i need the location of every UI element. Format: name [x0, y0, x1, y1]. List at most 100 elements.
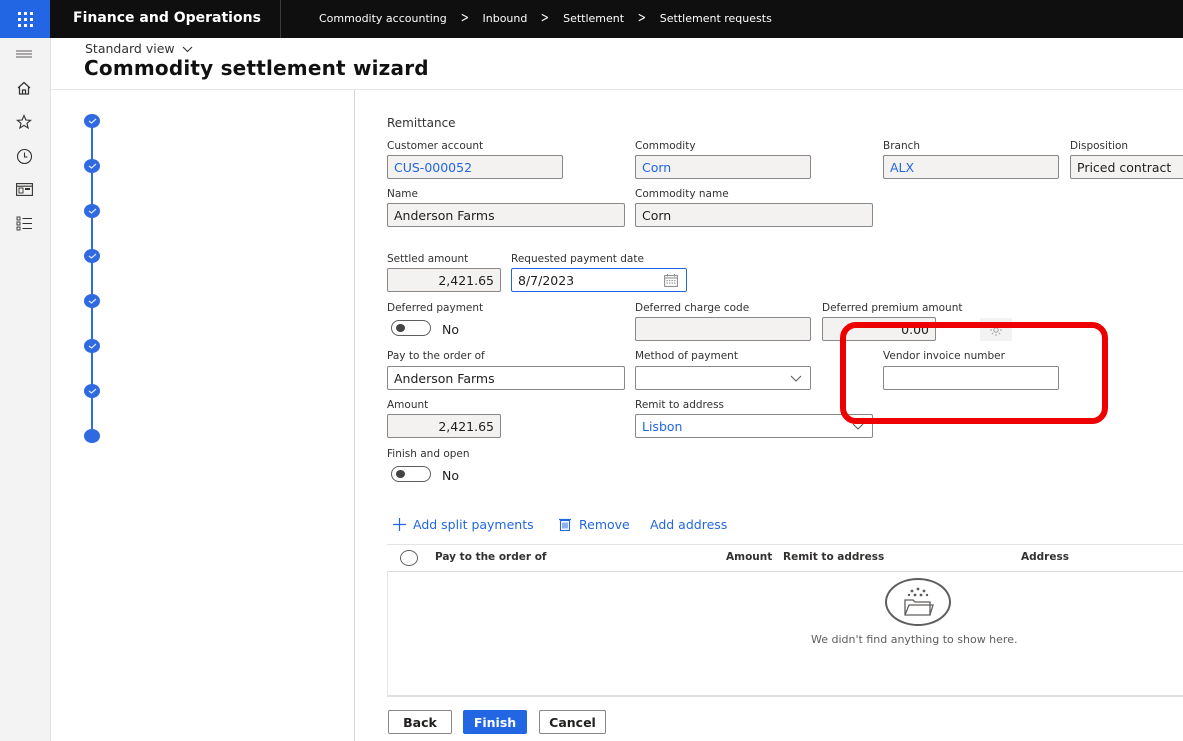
clock-icon[interactable] [14, 146, 34, 166]
list-icon[interactable] [14, 213, 34, 233]
check-icon [88, 253, 96, 259]
requested-payment-date-value: 8/7/2023 [518, 272, 575, 288]
remit-to-address-label: Remit to address [635, 399, 725, 411]
remove-button[interactable]: Remove [559, 517, 630, 532]
chevron-down-icon[interactable] [790, 375, 802, 382]
column-header-pay-to-order-of[interactable]: Pay to the order of [435, 551, 546, 563]
finish-and-open-label: Finish and open [387, 448, 470, 460]
step-completed[interactable] [84, 114, 100, 128]
grid-top-border [387, 544, 1183, 545]
commodity-name-field[interactable]: Corn [635, 203, 873, 227]
finish-button[interactable]: Finish [463, 710, 527, 734]
select-all-radio[interactable] [400, 550, 418, 566]
breadcrumb-inbound[interactable]: Inbound [483, 12, 528, 25]
requested-payment-date-label: Requested payment date [511, 253, 644, 265]
deferred-charge-code-field[interactable] [635, 317, 811, 341]
cancel-button[interactable]: Cancel [539, 710, 606, 734]
breadcrumb: Commodity accounting > Inbound > Settlem… [319, 11, 772, 25]
step-completed[interactable] [84, 294, 100, 308]
finish-and-open-toggle[interactable] [391, 466, 431, 482]
home-icon[interactable] [14, 78, 34, 98]
step-connector [91, 217, 93, 250]
app-title[interactable]: Finance and Operations [73, 10, 261, 26]
page-title: Commodity settlement wizard [84, 56, 429, 80]
view-selector-label: Standard view [85, 41, 175, 56]
breadcrumb-settlement[interactable]: Settlement [563, 12, 624, 25]
step-completed[interactable] [84, 384, 100, 398]
step-completed[interactable] [84, 204, 100, 218]
back-button[interactable]: Back [388, 710, 452, 734]
customer-account-field[interactable]: CUS-000052 [387, 155, 563, 179]
breadcrumb-settlement-requests[interactable]: Settlement requests [660, 12, 772, 25]
star-icon[interactable] [14, 112, 34, 132]
remit-to-address-value: Lisbon [642, 418, 683, 434]
calendar-icon[interactable] [664, 274, 678, 287]
column-header-remit-to-address[interactable]: Remit to address [783, 551, 884, 563]
workspace-icon[interactable] [14, 179, 34, 199]
branch-label: Branch [883, 140, 921, 152]
app-launcher-button[interactable] [0, 0, 50, 38]
grid-header-border [387, 571, 1183, 572]
settled-amount-field[interactable]: 2,421.65 [387, 268, 501, 292]
deferred-premium-amount-field[interactable]: 0.00 [822, 317, 936, 341]
name-label: Name [387, 188, 418, 200]
remove-label: Remove [579, 517, 630, 532]
check-icon [88, 388, 96, 394]
method-of-payment-label: Method of payment [635, 350, 738, 362]
check-icon [88, 118, 96, 124]
step-connector [91, 172, 93, 205]
add-address-button[interactable]: Add address [650, 517, 727, 532]
step-current[interactable] [84, 429, 100, 443]
plus-icon [393, 518, 406, 531]
column-header-amount[interactable]: Amount [726, 551, 772, 563]
column-header-address[interactable]: Address [1021, 551, 1069, 563]
amount-field[interactable]: 2,421.65 [387, 414, 501, 438]
chevron-right-icon: > [460, 10, 469, 26]
chevron-down-icon [182, 46, 192, 53]
add-split-payments-button[interactable]: Add split payments [392, 517, 534, 532]
branch-field[interactable]: ALX [883, 155, 1059, 179]
view-selector[interactable]: Standard view [85, 41, 193, 56]
grid-left-border [387, 571, 388, 696]
empty-state-message: We didn't find anything to show here. [811, 633, 1018, 646]
pay-to-order-of-label: Pay to the order of [387, 350, 485, 362]
step-completed[interactable] [84, 249, 100, 263]
remit-to-address-select[interactable]: Lisbon [635, 414, 873, 438]
chevron-down-icon[interactable] [852, 423, 864, 430]
deferred-premium-settings-button[interactable] [980, 318, 1012, 341]
name-field[interactable]: Anderson Farms [387, 203, 625, 227]
hamburger-icon[interactable] [14, 44, 34, 64]
chevron-right-icon: > [541, 10, 550, 26]
step-connector [91, 397, 93, 430]
commodity-label: Commodity [635, 140, 696, 152]
trash-icon [559, 518, 571, 531]
deferred-payment-value: No [442, 322, 459, 337]
breadcrumb-commodity-accounting[interactable]: Commodity accounting [319, 12, 447, 25]
commodity-field[interactable]: Corn [635, 155, 811, 179]
add-split-payments-label: Add split payments [413, 517, 534, 532]
finish-and-open-value: No [442, 468, 459, 483]
method-of-payment-select[interactable] [635, 366, 811, 390]
empty-folder-icon [885, 578, 951, 626]
vendor-invoice-number-field[interactable] [883, 366, 1059, 390]
disposition-field[interactable]: Priced contract [1070, 155, 1183, 179]
waffle-icon [17, 11, 33, 27]
deferred-payment-toggle[interactable] [391, 320, 431, 336]
deferred-payment-label: Deferred payment [387, 302, 484, 314]
wizard-steps [51, 90, 354, 741]
vendor-invoice-number-label: Vendor invoice number [883, 350, 1005, 362]
commodity-name-label: Commodity name [635, 188, 729, 200]
check-icon [88, 208, 96, 214]
pay-to-order-of-field[interactable]: Anderson Farms [387, 366, 625, 390]
step-completed[interactable] [84, 339, 100, 353]
step-connector [91, 352, 93, 385]
step-connector [91, 127, 93, 160]
step-connector [91, 307, 93, 340]
step-completed[interactable] [84, 159, 100, 173]
chevron-right-icon: > [637, 10, 647, 26]
deferred-charge-code-label: Deferred charge code [635, 302, 750, 314]
nav-rail [0, 38, 51, 741]
disposition-label: Disposition [1070, 140, 1129, 152]
requested-payment-date-field[interactable]: 8/7/2023 [511, 268, 687, 292]
customer-account-label: Customer account [387, 140, 484, 152]
